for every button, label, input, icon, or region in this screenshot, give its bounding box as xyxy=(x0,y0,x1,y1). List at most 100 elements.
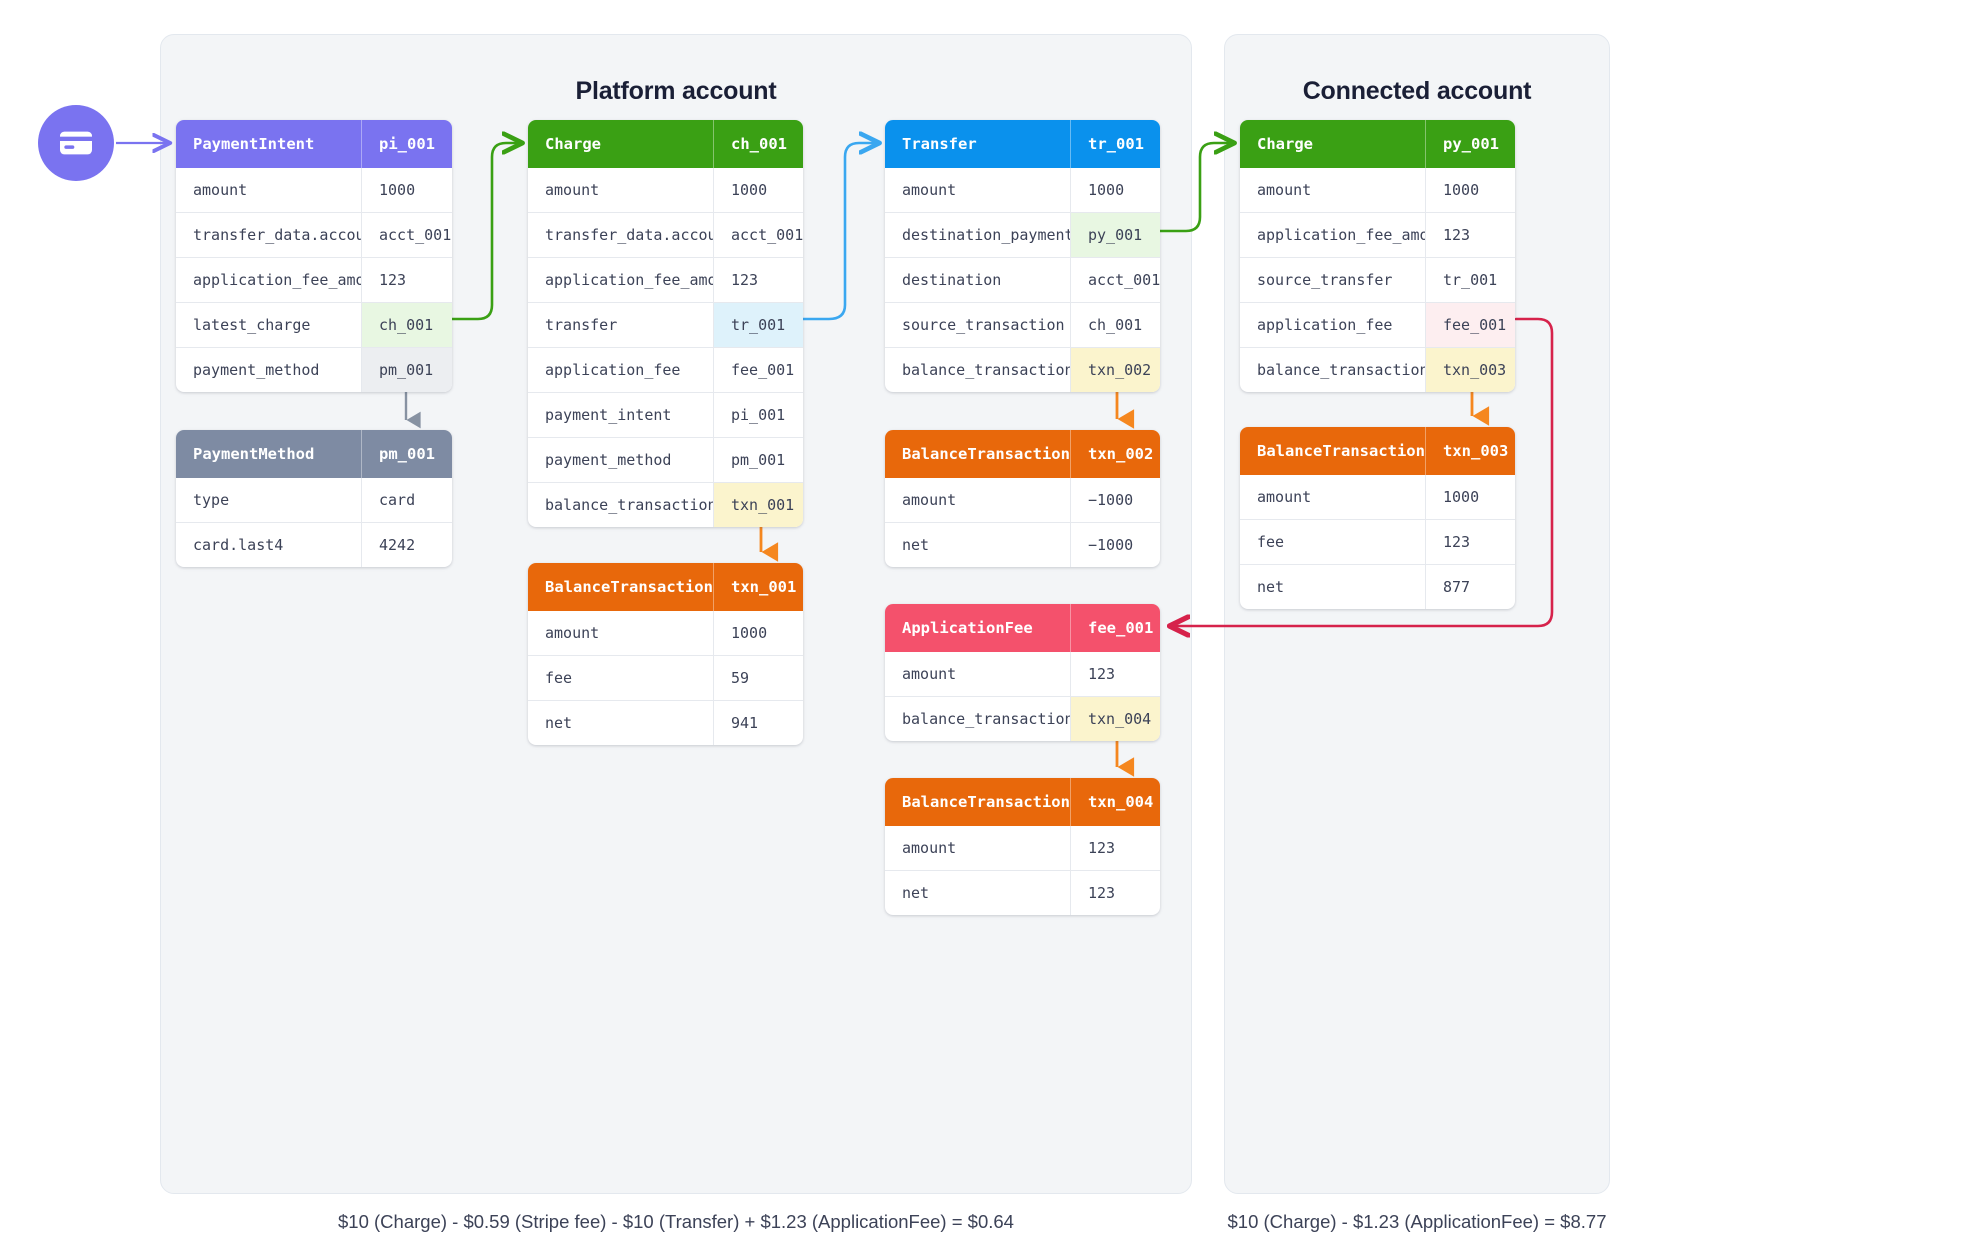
object-id: py_001 xyxy=(1425,120,1515,168)
field-key: balance_transaction xyxy=(545,496,713,514)
object-id: tr_001 xyxy=(1070,120,1160,168)
table-row: amount 123 xyxy=(885,826,1160,871)
object-header: BalanceTransaction txn_002 xyxy=(885,430,1160,478)
table-row: application_fee fee_001 xyxy=(528,348,803,393)
field-key: fee xyxy=(545,669,573,687)
field-value: −1000 xyxy=(1070,478,1160,522)
table-row: fee 59 xyxy=(528,656,803,701)
platform-account-title: Platform account xyxy=(575,77,777,105)
field-key: amount xyxy=(1257,488,1312,506)
field-value: 941 xyxy=(713,701,803,745)
field-key: balance_transaction xyxy=(902,710,1070,728)
table-row: transfer_data.account acct_001 xyxy=(176,213,452,258)
field-key: application_fee_amount xyxy=(1257,226,1425,244)
field-value: 1000 xyxy=(713,168,803,212)
object-type: Charge xyxy=(545,135,601,153)
table-row: net 877 xyxy=(1240,565,1515,609)
object-type: Transfer xyxy=(902,135,977,153)
field-value: txn_004 xyxy=(1070,697,1160,741)
field-value: 1000 xyxy=(1425,475,1515,519)
object-id: ch_001 xyxy=(713,120,803,168)
field-value: txn_003 xyxy=(1425,348,1515,392)
object-card-application-fee: ApplicationFee fee_001 amount 123 balanc… xyxy=(885,604,1160,741)
table-row: application_fee_amount 123 xyxy=(176,258,452,303)
table-row: payment_method pm_001 xyxy=(528,438,803,483)
field-key: source_transaction xyxy=(902,316,1065,334)
object-card-balance-transaction-txn-001: BalanceTransaction txn_001 amount 1000 f… xyxy=(528,563,803,745)
table-row: payment_intent pi_001 xyxy=(528,393,803,438)
object-card-balance-transaction-txn-002: BalanceTransaction txn_002 amount −1000 … xyxy=(885,430,1160,567)
table-row: balance_transaction txn_003 xyxy=(1240,348,1515,392)
object-card-connected-charge: Charge py_001 amount 1000 application_fe… xyxy=(1240,120,1515,392)
object-id: txn_004 xyxy=(1070,778,1160,826)
table-row: latest_charge ch_001 xyxy=(176,303,452,348)
field-value: fee_001 xyxy=(713,348,803,392)
field-value: acct_001 xyxy=(713,213,803,257)
field-key: payment_method xyxy=(193,361,320,379)
field-key: transfer_data.account xyxy=(193,226,361,244)
table-row: net 123 xyxy=(885,871,1160,915)
object-header: ApplicationFee fee_001 xyxy=(885,604,1160,652)
object-card-balance-transaction-txn-003: BalanceTransaction txn_003 amount 1000 f… xyxy=(1240,427,1515,609)
connected-account-title: Connected account xyxy=(1302,77,1532,105)
object-card-payment-intent: PaymentIntent pi_001 amount 1000 transfe… xyxy=(176,120,452,392)
field-key: net xyxy=(902,536,930,554)
object-id: txn_003 xyxy=(1425,427,1515,475)
object-id: txn_001 xyxy=(713,563,803,611)
table-row: balance_transaction txn_004 xyxy=(885,697,1160,741)
field-key: amount xyxy=(545,624,600,642)
field-value: acct_001 xyxy=(361,213,452,257)
object-card-charge: Charge ch_001 amount 1000 transfer_data.… xyxy=(528,120,803,527)
object-type: PaymentMethod xyxy=(193,445,315,463)
table-row: amount 1000 xyxy=(1240,168,1515,213)
field-key: latest_charge xyxy=(193,316,311,334)
table-row: amount 1000 xyxy=(885,168,1160,213)
object-id: pi_001 xyxy=(361,120,452,168)
field-key: destination_payment xyxy=(902,226,1070,244)
field-key: payment_method xyxy=(545,451,672,469)
field-key: application_fee_amount xyxy=(545,271,713,289)
field-key: net xyxy=(1257,578,1285,596)
diagram-canvas: Platform account Connected account Payme… xyxy=(0,0,1985,1248)
field-value: 1000 xyxy=(713,611,803,655)
field-value: 877 xyxy=(1425,565,1515,609)
field-value: 123 xyxy=(361,258,452,302)
field-key: amount xyxy=(193,181,248,199)
field-value: acct_001 xyxy=(1070,258,1160,302)
field-key: balance_transaction xyxy=(902,361,1070,379)
object-type: BalanceTransaction xyxy=(1257,442,1425,460)
field-value: py_001 xyxy=(1070,213,1160,257)
object-id: pm_001 xyxy=(361,430,452,478)
field-key: transfer_data.account xyxy=(545,226,713,244)
table-row: transfer_data.account acct_001 xyxy=(528,213,803,258)
field-value: tr_001 xyxy=(713,303,803,347)
field-value: pm_001 xyxy=(713,438,803,482)
field-key: amount xyxy=(902,839,957,857)
field-value: txn_002 xyxy=(1070,348,1160,392)
field-key: amount xyxy=(902,181,957,199)
table-row: balance_transaction txn_002 xyxy=(885,348,1160,392)
object-type: BalanceTransaction xyxy=(545,578,713,596)
object-type: Charge xyxy=(1257,135,1313,153)
field-key: payment_intent xyxy=(545,406,672,424)
field-key: transfer xyxy=(545,316,618,334)
field-value: tr_001 xyxy=(1425,258,1515,302)
table-row: net 941 xyxy=(528,701,803,745)
object-header: Charge py_001 xyxy=(1240,120,1515,168)
field-value: 123 xyxy=(1070,826,1160,870)
object-id: txn_002 xyxy=(1070,430,1160,478)
field-key: amount xyxy=(545,181,600,199)
field-value: 123 xyxy=(1070,871,1160,915)
object-header: BalanceTransaction txn_001 xyxy=(528,563,803,611)
field-key: source_transfer xyxy=(1257,271,1393,289)
field-value: 1000 xyxy=(361,168,452,212)
field-value: pm_001 xyxy=(361,348,452,392)
field-value: 59 xyxy=(713,656,803,700)
field-key: amount xyxy=(902,491,957,509)
table-row: amount 123 xyxy=(885,652,1160,697)
field-value: ch_001 xyxy=(1070,303,1160,347)
table-row: amount 1000 xyxy=(1240,475,1515,520)
object-type: BalanceTransaction xyxy=(902,445,1070,463)
field-value: pi_001 xyxy=(713,393,803,437)
connected-account-caption: $10 (Charge) - $1.23 (ApplicationFee) = … xyxy=(1227,1211,1607,1232)
